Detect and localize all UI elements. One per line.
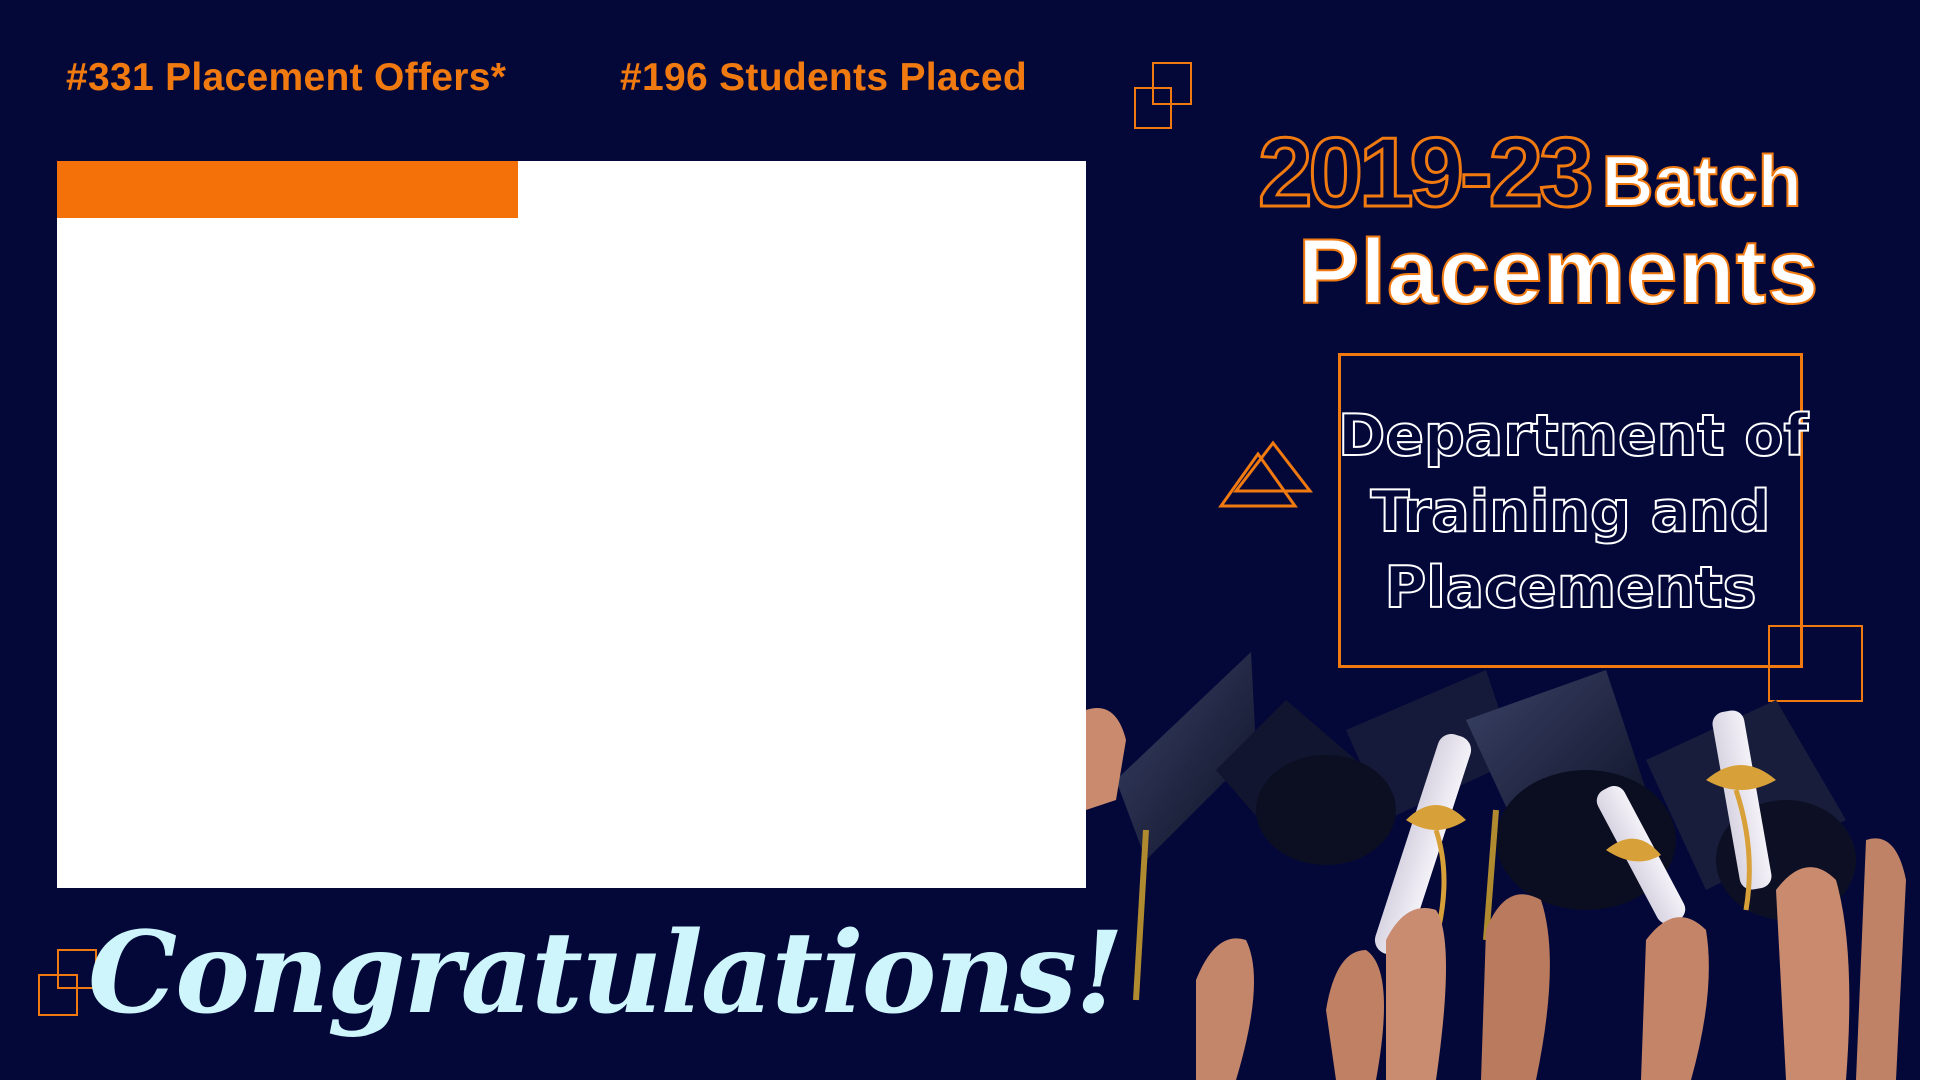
department-line-1: Department of	[1337, 402, 1809, 470]
graduation-caps-photo	[1086, 652, 1906, 1080]
congratulations-text: Congratulations!	[88, 908, 1124, 1039]
department-line-3: Placements	[1383, 554, 1757, 622]
photo-placeholder-panel	[57, 161, 1086, 888]
orange-accent-bar	[57, 161, 518, 218]
students-placed-stat: #196 Students Placed	[620, 56, 1028, 99]
poster-canvas: #331 Placement Offers* #196 Students Pla…	[0, 0, 1920, 1080]
square-outline-icon	[1134, 87, 1172, 129]
placements-title: Placements	[1297, 220, 1820, 324]
placement-offers-stat: #331 Placement Offers*	[66, 56, 507, 99]
triangle-outline-icon	[1218, 440, 1314, 508]
batch-label: Batch	[1601, 141, 1803, 223]
batch-year: 2019-23	[1257, 116, 1596, 229]
square-outline-icon	[38, 974, 78, 1016]
batch-heading: 2019-23 Batch	[1257, 116, 1803, 229]
department-name: Department of Training and Placements	[1337, 398, 1809, 626]
department-line-2: Training and	[1370, 478, 1772, 546]
